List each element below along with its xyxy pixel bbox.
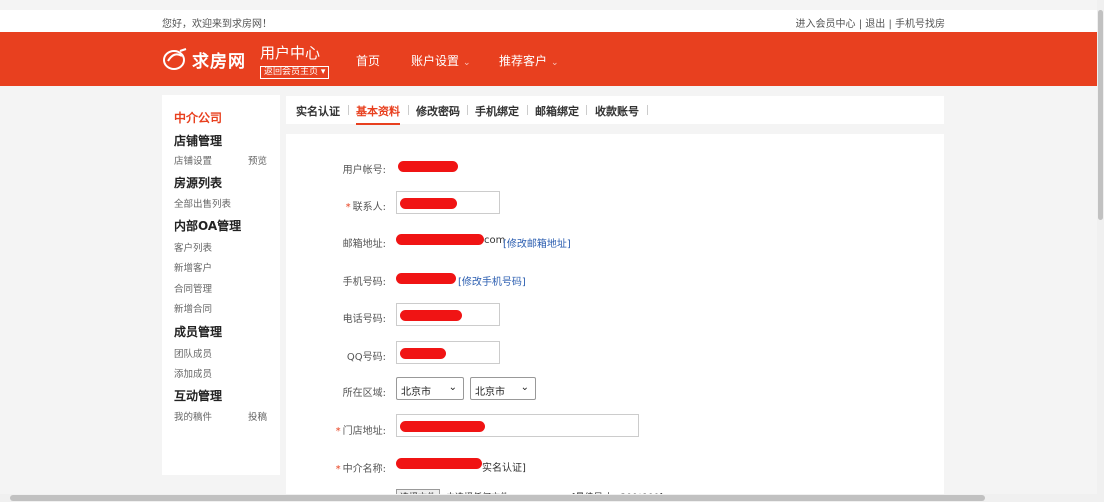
vertical-scrollbar[interactable] — [1097, 0, 1104, 502]
horizontal-scrollbar[interactable] — [0, 494, 1097, 502]
tab-divider — [467, 105, 468, 115]
tab-real-name[interactable]: 实名认证 — [296, 103, 340, 119]
tab-divider — [348, 105, 349, 115]
sidebar-item-client-list[interactable]: 客户列表 — [174, 240, 212, 254]
agency-verify-suffix: 实名认证] — [482, 463, 526, 474]
region-label: 所在区域: — [342, 388, 386, 399]
tab-divider — [647, 105, 648, 115]
logout-link[interactable]: 退出 — [865, 19, 885, 30]
sidebar-item-store-settings[interactable]: 店铺设置 — [174, 153, 212, 167]
member-center-link[interactable]: 进入会员中心 — [796, 19, 856, 30]
find-by-phone-link[interactable]: 手机号找房 — [895, 19, 945, 30]
site-header: 求房网 用户中心 返回会员主页 ▾ 首页 账户设置 ⌄ 推荐客户 ⌄ — [0, 32, 1097, 86]
scrollbar-thumb[interactable] — [10, 495, 985, 501]
chevron-down-icon: ⌄ — [463, 58, 471, 68]
phone-label: 手机号码: — [342, 277, 386, 288]
tab-basic-info[interactable]: 基本资料 — [356, 103, 400, 125]
sidebar-item-my-articles[interactable]: 我的稿件 — [174, 409, 212, 423]
nav-home[interactable]: 首页 — [356, 52, 380, 69]
qq-input[interactable] — [396, 341, 500, 364]
site-logo[interactable]: 求房网 — [162, 47, 246, 72]
logo-icon — [163, 48, 187, 70]
tel-label: 电话号码: — [342, 314, 386, 325]
redacted-account — [398, 161, 458, 172]
sidebar-item-add-client[interactable]: 新增客户 — [174, 260, 212, 274]
store-address-label: * 门店地址: — [335, 426, 386, 437]
tab-email-binding[interactable]: 邮箱绑定 — [535, 103, 579, 119]
email-label: 邮箱地址: — [342, 239, 386, 250]
redacted-address — [400, 421, 485, 432]
chevron-down-icon: ⌄ — [448, 382, 457, 393]
tab-phone-binding[interactable]: 手机绑定 — [475, 103, 519, 119]
tel-input[interactable] — [396, 303, 500, 326]
qq-label: QQ号码: — [346, 352, 386, 363]
sidebar-group-oa: 内部OA管理 — [174, 219, 242, 233]
store-address-input[interactable] — [396, 414, 639, 437]
top-links: 进入会员中心 | 退出 | 手机号找房 — [796, 15, 945, 30]
edit-phone-link[interactable]: [修改手机号码] — [458, 273, 526, 288]
back-to-home-button[interactable]: 返回会员主页 ▾ — [260, 66, 330, 79]
profile-tabs: 实名认证 基本资料 修改密码 手机绑定 邮箱绑定 收款账号 — [286, 96, 944, 125]
redacted-qq — [400, 348, 446, 359]
nav-account-settings[interactable]: 账户设置 ⌄ — [411, 52, 471, 69]
tab-change-password[interactable]: 修改密码 — [416, 103, 460, 119]
greeting-text: 您好，欢迎来到求房网！ — [162, 19, 272, 30]
redacted-tel — [400, 310, 462, 321]
contact-label: * 联系人: — [345, 202, 386, 213]
basic-info-form: 用户帐号: * 联系人: 邮箱地址: com [修改邮箱地址] 手机号码: [修改… — [286, 134, 944, 502]
sidebar-item-add-contract[interactable]: 新增合同 — [174, 301, 212, 315]
edit-email-link[interactable]: [修改邮箱地址] — [503, 235, 571, 250]
contact-input[interactable] — [396, 191, 500, 214]
sidebar-item-team-members[interactable]: 团队成员 — [174, 346, 212, 360]
logo-text: 求房网 — [192, 51, 246, 72]
sidebar-group-listings: 房源列表 — [174, 176, 223, 190]
sidebar-item-submit[interactable]: 投稿 — [248, 409, 267, 423]
redacted-agency-name — [396, 458, 482, 469]
account-label: 用户帐号: — [342, 165, 386, 176]
chevron-down-icon: ⌄ — [520, 382, 529, 393]
redacted-email — [396, 234, 484, 245]
chevron-down-icon: ⌄ — [551, 58, 559, 68]
sidebar-group-store: 店铺管理 — [174, 134, 223, 148]
city-select[interactable]: 北京市 ⌄ — [470, 377, 536, 400]
scrollbar-thumb[interactable] — [1098, 10, 1103, 220]
separator: | — [855, 19, 866, 30]
redacted-contact — [400, 198, 457, 209]
user-center-title: 用户中心 — [260, 44, 321, 62]
tab-divider — [586, 105, 587, 115]
sidebar-item-all-sales[interactable]: 全部出售列表 — [174, 196, 231, 210]
sidebar-item-add-member[interactable]: 添加成员 — [174, 366, 212, 380]
sidebar-item-contracts[interactable]: 合同管理 — [174, 281, 212, 295]
redacted-phone — [396, 273, 456, 284]
sidebar-group-members: 成员管理 — [174, 325, 223, 339]
top-bar: 您好，欢迎来到求房网！ 进入会员中心 | 退出 | 手机号找房 — [0, 10, 1097, 32]
sidebar-group-interaction: 互动管理 — [174, 389, 223, 403]
tab-divider — [527, 105, 528, 115]
sidebar: 中介公司 店铺管理 店铺设置 预览 房源列表 全部出售列表 内部OA管理 客户列… — [162, 95, 280, 475]
user-center-block: 用户中心 返回会员主页 ▾ — [260, 42, 330, 79]
agency-name-label: * 中介名称: — [335, 464, 386, 475]
separator: | — [885, 19, 895, 30]
sidebar-item-preview[interactable]: 预览 — [248, 153, 267, 167]
province-select[interactable]: 北京市 ⌄ — [396, 377, 464, 400]
sidebar-title: 中介公司 — [174, 111, 223, 125]
tab-divider — [408, 105, 409, 115]
tab-payment-account[interactable]: 收款账号 — [595, 103, 639, 119]
nav-recommend-clients[interactable]: 推荐客户 ⌄ — [499, 52, 559, 69]
